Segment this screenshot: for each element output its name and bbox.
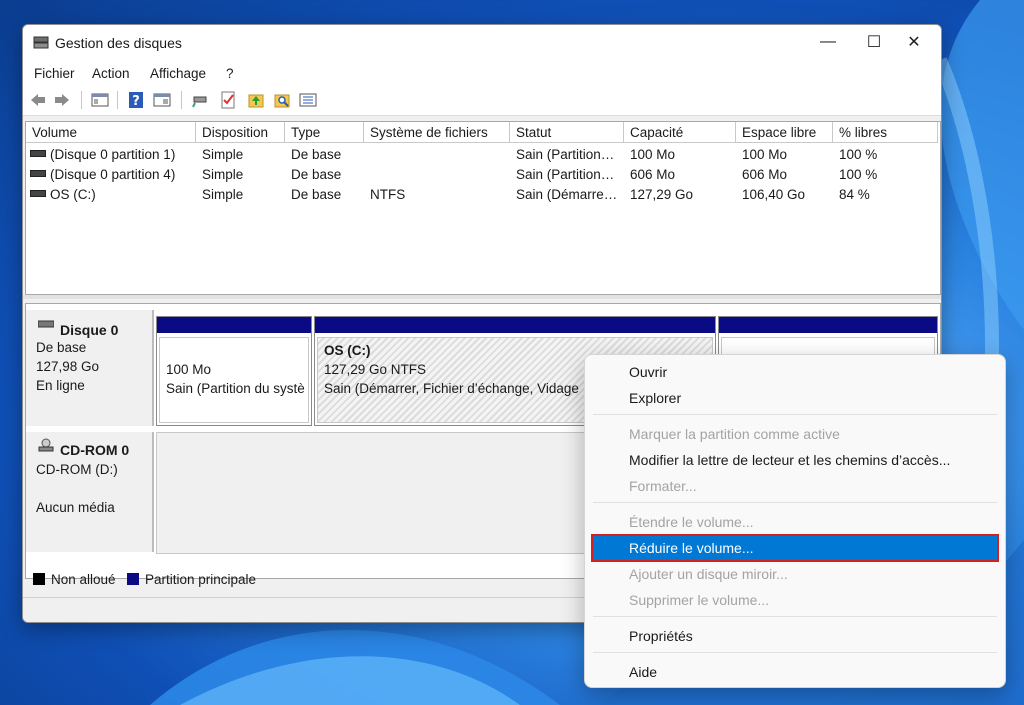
legend-swatch-primary [127,573,139,585]
disposition-cell: Simple [202,167,244,182]
connect-icon[interactable] [191,91,209,109]
type-cell: De base [291,167,342,182]
partition-body: 100 Mo Sain (Partition du systè [159,337,309,423]
volume-icon [30,169,46,177]
menu-item-shrink-volume[interactable]: Réduire le volume... [591,534,999,562]
volume-icon [30,189,46,197]
partition-status: Sain (Démarrer, Fichier d’échange, Vidag… [324,381,579,396]
menu-item-open[interactable]: Ouvrir [593,360,997,384]
disk-state: Aucun média [36,500,115,515]
menu-item-mark-active: Marquer la partition comme active [629,426,840,442]
pane-splitter[interactable] [23,295,941,299]
menu-item-format: Formater... [629,478,697,494]
table-row[interactable]: (Disque 0 partition 4) Simple De base Sa… [26,165,938,185]
menu-item-explore[interactable]: Explorer [593,386,997,410]
volume-name: (Disque 0 partition 1) [50,147,176,162]
column-header-filesystem[interactable]: Système de fichiers [364,122,510,143]
column-header-type[interactable]: Type [285,122,364,143]
type-cell: De base [291,187,342,202]
volume-icon [30,149,46,157]
check-icon[interactable] [219,91,237,109]
disk-state: En ligne [36,378,85,393]
filesystem-cell: NTFS [370,187,406,202]
column-header-status[interactable]: Statut [510,122,624,143]
context-menu: Ouvrir Explorer Marquer la partition com… [584,354,1006,688]
menu-affichage[interactable]: Affichage [150,66,206,81]
percent-free-cell: 84 % [839,187,870,202]
disk-type: De base [36,340,87,355]
free-space-cell: 100 Mo [742,147,788,162]
partition-title: OS (C:) [324,343,371,358]
menu-bar: Fichier Action Affichage ? [23,61,941,85]
disposition-cell: Simple [202,147,244,162]
partition-status: Sain (Partition du systè [166,381,305,396]
partition-size: 100 Mo [166,362,212,377]
help-icon[interactable]: ? [127,91,145,109]
percent-free-cell: 100 % [839,147,878,162]
list-icon[interactable] [299,91,317,109]
partition-bar [157,317,311,333]
partition-system[interactable]: 100 Mo Sain (Partition du systè [156,316,312,426]
partition-bar [315,317,715,333]
volume-list: Volume Disposition Type Système de fichi… [25,121,941,295]
title-bar[interactable]: Gestion des disques — ☐ ✕ [23,25,941,61]
column-header-free-space[interactable]: Espace libre [736,122,833,143]
table-row[interactable]: (Disque 0 partition 1) Simple De base Sa… [26,145,938,165]
back-icon[interactable] [29,91,47,109]
menu-item-extend-volume: Étendre le volume... [629,514,754,530]
free-space-cell: 606 Mo [742,167,788,182]
status-cell: Sain (Démarre… [516,187,618,202]
menu-item-help[interactable]: Aide [593,660,997,684]
partition-size: 127,29 Go NTFS [324,362,427,377]
volume-name: OS (C:) [50,187,96,202]
cdrom-0-label[interactable]: CD-ROM 0 CD-ROM (D:) Aucun média [26,432,154,552]
menu-item-add-mirror: Ajouter un disque miroir... [629,566,788,582]
legend-swatch-unallocated [33,573,45,585]
forward-icon[interactable] [53,91,71,109]
legend-label: Non alloué [51,572,116,587]
legend-label: Partition principale [145,572,257,587]
column-header-capacity[interactable]: Capacité [624,122,736,143]
menu-item-change-drive-letter[interactable]: Modifier la lettre de lecteur et les che… [593,448,997,472]
up-folder-icon[interactable] [247,91,265,109]
volume-name: (Disque 0 partition 4) [50,167,176,182]
menu-action[interactable]: Action [92,66,130,81]
column-header-volume[interactable]: Volume [26,122,196,143]
status-cell: Sain (Partition… [516,147,615,162]
disposition-cell: Simple [202,187,244,202]
window-title: Gestion des disques [55,35,182,51]
menu-item-delete-volume: Supprimer le volume... [629,592,770,608]
column-header-disposition[interactable]: Disposition [196,122,285,143]
capacity-cell: 100 Mo [630,147,676,162]
search-folder-icon[interactable] [273,91,291,109]
svg-text:?: ? [132,94,140,109]
partition-bar [719,317,937,333]
disk-management-icon [33,36,49,49]
capacity-cell: 606 Mo [630,167,676,182]
free-space-cell: 106,40 Go [742,187,806,202]
properties-icon[interactable] [153,91,171,109]
close-button[interactable]: ✕ [891,25,937,59]
menu-item-properties[interactable]: Propriétés [593,624,997,648]
disk-size: 127,98 Go [36,359,100,374]
minimize-button[interactable]: — [805,25,851,59]
type-cell: De base [291,147,342,162]
column-header-percent-free[interactable]: % libres [833,122,938,143]
status-cell: Sain (Partition… [516,167,615,182]
percent-free-cell: 100 % [839,167,878,182]
disk-name: CD-ROM 0 [60,442,130,458]
capacity-cell: 127,29 Go [630,187,694,202]
cdrom-icon [38,438,54,452]
legend: Non alloué Partition principale [25,569,585,591]
disk-name: Disque 0 [60,322,119,338]
disk-type: CD-ROM (D:) [36,462,118,477]
disk-icon [38,320,54,328]
menu-fichier[interactable]: Fichier [34,66,75,81]
menu-help[interactable]: ? [226,66,234,81]
console-tree-icon[interactable] [91,91,109,109]
table-row[interactable]: OS (C:) Simple De base NTFS Sain (Démarr… [26,185,938,205]
disk-0-label[interactable]: Disque 0 De base 127,98 Go En ligne [26,310,154,426]
toolbar: ? [23,85,941,116]
